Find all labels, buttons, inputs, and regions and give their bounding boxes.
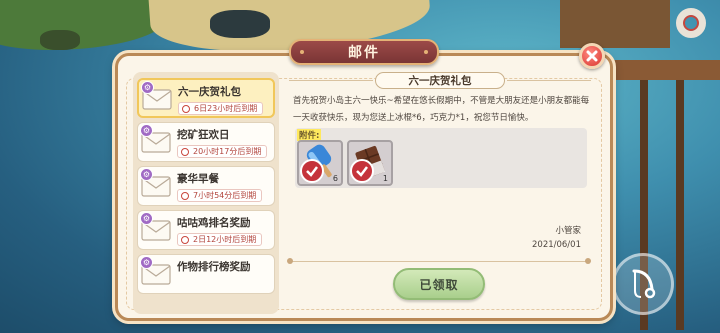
divider — [291, 261, 587, 262]
mail-item-name: 作物排行榜奖励 — [177, 261, 251, 273]
reward-count: 6 — [332, 174, 338, 183]
mail-list-item[interactable]: ⚙ 咕咕鸡排名奖励 2日12小时后到期 — [137, 210, 275, 250]
reward-item-chocolate[interactable]: 1 — [347, 140, 393, 186]
mail-item-name: 豪华早餐 — [177, 173, 219, 185]
title-line-left — [289, 80, 373, 81]
dock-post — [676, 60, 684, 330]
expiry-timer: 6日23小时后到期 — [178, 102, 264, 115]
rock — [210, 10, 270, 38]
gear-badge-icon: ⚙ — [140, 124, 153, 137]
clock-icon — [181, 148, 189, 156]
mail-item-name: 咕咕鸡排名奖励 — [177, 217, 251, 229]
divider-dot — [585, 258, 591, 264]
mail-list-item[interactable]: ⚙ 六一庆贺礼包 6日23小时后到期 — [137, 78, 275, 118]
mail-sender: 小管家 — [555, 226, 581, 236]
close-button[interactable] — [579, 43, 605, 69]
claim-button[interactable]: 已领取 — [393, 268, 485, 300]
close-icon — [586, 50, 598, 62]
mail-body-line: 首先祝贺小岛主六一快乐~希望在悠长假期中，不管是大朋友还是小朋友都能每 — [293, 96, 590, 106]
claimed-check-icon — [300, 159, 324, 183]
wooden-dock — [560, 0, 670, 48]
gear-badge-icon: ⚙ — [140, 256, 153, 269]
expiry-timer: 20小时17分后到期 — [177, 145, 268, 158]
expiry-text: 2日12小时后到期 — [193, 235, 257, 244]
lifebuoy-icon — [676, 8, 706, 38]
expiry-timer: 7小时54分后到期 — [177, 189, 263, 202]
mail-item-name: 挖矿狂欢日 — [177, 129, 230, 141]
bush — [40, 30, 80, 50]
mail-list-item[interactable]: ⚙ 挖矿狂欢日 20小时17分后到期 — [137, 122, 275, 162]
mail-list-item[interactable]: ⚙ 作物排行榜奖励 — [137, 254, 275, 294]
gear-badge-icon: ⚙ — [140, 168, 153, 181]
mail-body-line: 一天收获快乐，现为您送上冰棍*6，巧克力*1，祝您节日愉快。 — [293, 113, 534, 123]
expiry-text: 7小时54分后到期 — [193, 191, 257, 200]
wooden-dock-platform — [612, 60, 720, 80]
window-title: 邮件 — [289, 39, 439, 65]
clock-icon — [182, 105, 190, 113]
title-line-right — [507, 80, 591, 81]
gear-badge-icon: ⚙ — [140, 212, 153, 225]
mail-content-panel: 六一庆贺礼包 首先祝贺小岛主六一快乐~希望在悠长假期中，不管是大朋友还是小朋友都… — [283, 72, 596, 314]
fishing-rod-icon — [632, 269, 656, 299]
reward-count: 1 — [382, 174, 388, 183]
mail-title: 六一庆贺礼包 — [375, 72, 505, 89]
mail-date: 2021/06/01 — [532, 240, 581, 250]
clock-icon — [181, 236, 189, 244]
claimed-check-icon — [350, 159, 374, 183]
expiry-timer: 2日12小时后到期 — [177, 233, 263, 246]
expiry-text: 20小时17分后到期 — [193, 147, 262, 156]
rewards-panel: 附件: 6 1 — [295, 128, 587, 188]
reward-item-popsicle[interactable]: 6 — [297, 140, 343, 186]
fishing-rod-button[interactable] — [612, 253, 674, 315]
mail-list-item[interactable]: ⚙ 豪华早餐 7小时54分后到期 — [137, 166, 275, 206]
expiry-text: 6日23小时后到期 — [194, 104, 258, 113]
clock-icon — [181, 192, 189, 200]
mail-item-name: 六一庆贺礼包 — [178, 86, 241, 98]
mail-body: 首先祝贺小岛主六一快乐~希望在悠长假期中，不管是大朋友还是小朋友都能每 一天收获… — [293, 93, 591, 127]
divider-dot — [287, 258, 293, 264]
mail-list[interactable]: ⚙ 六一庆贺礼包 6日23小时后到期 ⚙ 挖矿狂欢日 20小时17分后到期 ⚙ 豪华早餐 7小时… — [133, 72, 279, 314]
gear-badge-icon: ⚙ — [141, 81, 154, 94]
